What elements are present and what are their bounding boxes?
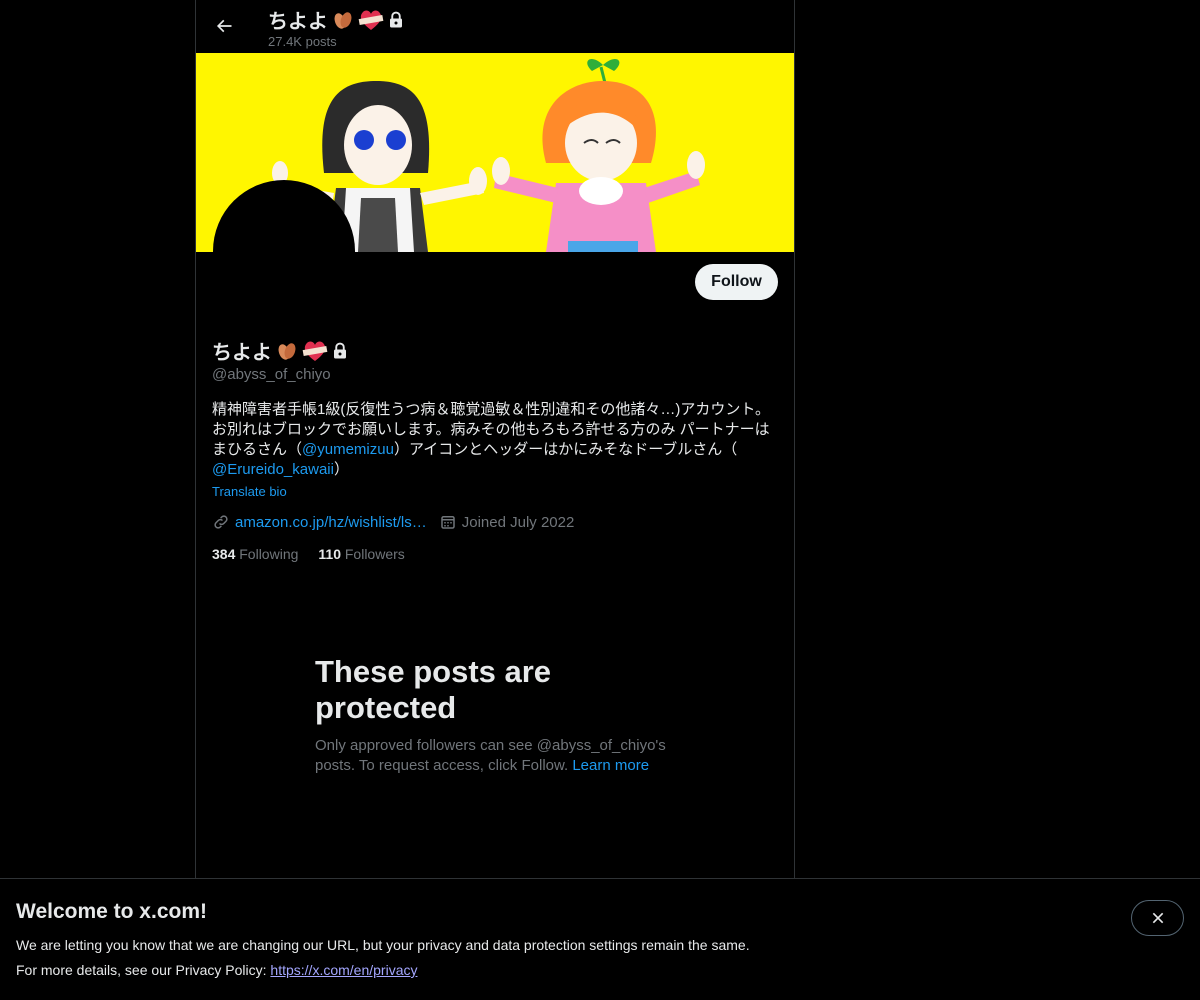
- following-link[interactable]: 384 Following: [212, 546, 298, 562]
- bio-text: まひるさん（: [212, 441, 303, 458]
- back-button[interactable]: [206, 8, 242, 44]
- mention-link[interactable]: @yumemizuu: [302, 441, 394, 458]
- leaf-emoji-icon: [334, 11, 352, 29]
- following-count: 384: [212, 546, 236, 562]
- lock-icon: [390, 11, 402, 27]
- learn-more-link[interactable]: Learn more: [572, 757, 649, 774]
- translate-bio-link[interactable]: Translate bio: [212, 484, 287, 499]
- top-bar: ちよよ 27.4K posts: [196, 0, 794, 53]
- profile-bio: 精神障害者手帳1級(反復性うつ病＆聴覚過敏＆性別違和その他諸々…)アカウント。 …: [212, 400, 777, 480]
- header-title: ちよよ: [268, 5, 405, 34]
- avatar[interactable]: [213, 180, 355, 322]
- followers-label: Followers: [344, 546, 405, 562]
- notice-title: Welcome to x.com!: [16, 900, 207, 923]
- close-icon: [1152, 912, 1163, 924]
- back-arrow-icon: [216, 19, 232, 33]
- profile-display-name: ちよよ: [212, 342, 272, 364]
- notice-text: We are letting you know that we are chan…: [16, 937, 750, 953]
- follow-button[interactable]: Follow: [695, 264, 778, 300]
- notice-policy: For more details, see our Privacy Policy…: [16, 962, 417, 978]
- protected-message: These posts are protected Only approved …: [315, 654, 675, 776]
- following-label: Following: [239, 546, 299, 562]
- bio-line: まひるさん（@yumemizuu）アイコンとヘッダーはかにみそなドーブルさん（: [212, 440, 777, 460]
- calendar-icon: [440, 516, 455, 529]
- follow-stats: 384 Following 110 Followers: [212, 546, 405, 562]
- heart-bandage-emoji-icon: [302, 341, 328, 361]
- link-icon: [214, 515, 228, 529]
- lock-icon: [334, 342, 346, 358]
- bio-line: 精神障害者手帳1級(反復性うつ病＆聴覚過敏＆性別違和その他諸々…)アカウント。: [212, 401, 771, 418]
- mention-link[interactable]: @Erureido_kawaii: [212, 461, 334, 478]
- website-item[interactable]: amazon.co.jp/hz/wishlist/ls…: [212, 513, 427, 531]
- protected-description: Only approved followers can see @abyss_o…: [315, 736, 675, 776]
- followers-link[interactable]: 110 Followers: [318, 546, 404, 562]
- leaf-emoji-icon: [278, 342, 296, 360]
- followers-count: 110: [318, 546, 341, 562]
- post-count: 27.4K posts: [268, 34, 337, 49]
- profile-column: ちよよ 27.4K posts Follow ちよよ @abyss_of_chi…: [195, 0, 795, 1000]
- website-link[interactable]: amazon.co.jp/hz/wishlist/ls…: [235, 514, 427, 531]
- protected-title: These posts are protected: [315, 654, 552, 725]
- bio-line: @Erureido_kawaii）: [212, 460, 777, 480]
- privacy-policy-link[interactable]: https://x.com/en/privacy: [270, 962, 417, 978]
- profile-meta: amazon.co.jp/hz/wishlist/ls… Joined July…: [212, 513, 586, 531]
- url-change-notice: Welcome to x.com! We are letting you kno…: [0, 878, 1200, 1000]
- notice-policy-text: For more details, see our Privacy Policy…: [16, 962, 271, 978]
- bio-text: ）アイコンとヘッダーはかにみそなドーブルさん（: [393, 441, 738, 458]
- close-notice-button[interactable]: [1131, 900, 1184, 936]
- profile-handle: @abyss_of_chiyo: [212, 366, 331, 383]
- bio-line: お別れはブロックでお願いします。病みその他もろもろ許せる方のみ パートナーは: [212, 421, 770, 438]
- joined-item: Joined July 2022: [439, 513, 575, 531]
- header-name: ちよよ: [268, 11, 328, 33]
- profile-name: ちよよ: [212, 336, 349, 365]
- joined-date: Joined July 2022: [461, 513, 575, 531]
- bio-text: ）: [333, 461, 349, 478]
- heart-bandage-emoji-icon: [358, 10, 384, 30]
